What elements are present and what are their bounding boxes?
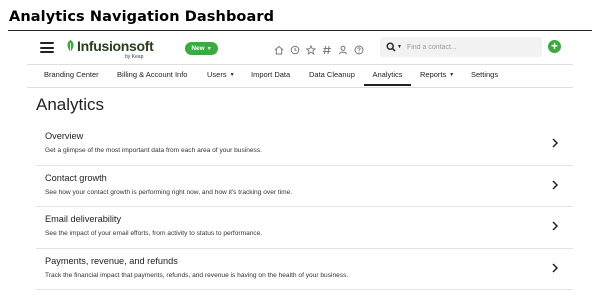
list-item-overview[interactable]: Overview Get a glimpse of the most impor… — [36, 124, 573, 166]
subnav-item-data-cleanup[interactable]: Data Cleanup — [309, 65, 355, 86]
hashtag-icon[interactable] — [322, 42, 332, 55]
leaf-logo-icon — [67, 40, 74, 52]
chevron-right-icon — [552, 179, 559, 190]
help-icon[interactable] — [354, 42, 364, 55]
list-item-description: See the impact of your email efforts, fr… — [45, 230, 263, 237]
list-item-email-deliverability[interactable]: Email deliverability See the impact of y… — [36, 207, 573, 249]
list-item-title: Contact growth — [45, 172, 107, 183]
logo-text: Infusionsoft — [77, 38, 154, 54]
top-header: Infusionsoft by Keap New ▼ ▼ Find a cont… — [27, 34, 573, 62]
add-button[interactable]: + — [548, 40, 561, 53]
page-title: Analytics — [36, 95, 105, 114]
search-input[interactable] — [406, 43, 527, 51]
subnav-item-branding-center[interactable]: Branding Center — [44, 65, 99, 86]
new-button-label: New — [191, 45, 205, 52]
chevron-down-icon: ▼ — [449, 72, 455, 78]
subnav-item-reports[interactable]: Reports ▼ — [420, 65, 454, 86]
list-item-description: Get a glimpse of the most important data… — [45, 147, 262, 154]
analytics-list: Overview Get a glimpse of the most impor… — [36, 124, 573, 290]
list-item-title: Email deliverability — [45, 214, 122, 224]
star-icon[interactable] — [305, 42, 317, 55]
subnav-item-import-data[interactable]: Import Data — [251, 65, 290, 86]
settings-subnav: Branding Center Billing & Account Info U… — [27, 64, 573, 88]
list-item-payments-revenue-refunds[interactable]: Payments, revenue, and refunds Track the… — [36, 249, 573, 290]
search-scope-dropdown-icon[interactable]: ▼ — [397, 44, 402, 50]
subnav-item-settings[interactable]: Settings — [471, 65, 498, 86]
history-icon[interactable] — [290, 42, 300, 55]
title-divider — [8, 30, 592, 31]
subnav-item-billing[interactable]: Billing & Account Info — [117, 65, 187, 86]
list-item-description: Track the financial impact that payments… — [45, 271, 349, 279]
document-title: Analytics Navigation Dashboard — [9, 9, 275, 25]
chevron-down-icon: ▼ — [229, 72, 235, 78]
chevron-right-icon — [552, 221, 559, 231]
chevron-right-icon — [552, 262, 559, 273]
subnav-item-analytics[interactable]: Analytics — [364, 65, 411, 86]
list-item-title: Overview — [45, 131, 84, 141]
logo-subtext: by Keap — [125, 54, 144, 60]
list-item-description: See how your contact growth is performin… — [45, 188, 293, 196]
search-icon[interactable] — [386, 42, 396, 52]
subnav-item-users[interactable]: Users ▼ — [207, 65, 235, 86]
home-icon[interactable] — [274, 42, 284, 55]
chevron-right-icon — [552, 138, 559, 148]
list-item-contact-growth[interactable]: Contact growth See how your contact grow… — [36, 166, 573, 207]
chevron-down-icon: ▼ — [206, 45, 212, 52]
list-item-title: Payments, revenue, and refunds — [45, 255, 178, 266]
person-icon[interactable] — [338, 42, 348, 55]
new-button[interactable]: New ▼ — [185, 42, 218, 55]
header-icon-group — [274, 42, 364, 55]
contact-search: ▼ — [380, 37, 542, 57]
hamburger-menu-icon[interactable] — [40, 42, 54, 53]
